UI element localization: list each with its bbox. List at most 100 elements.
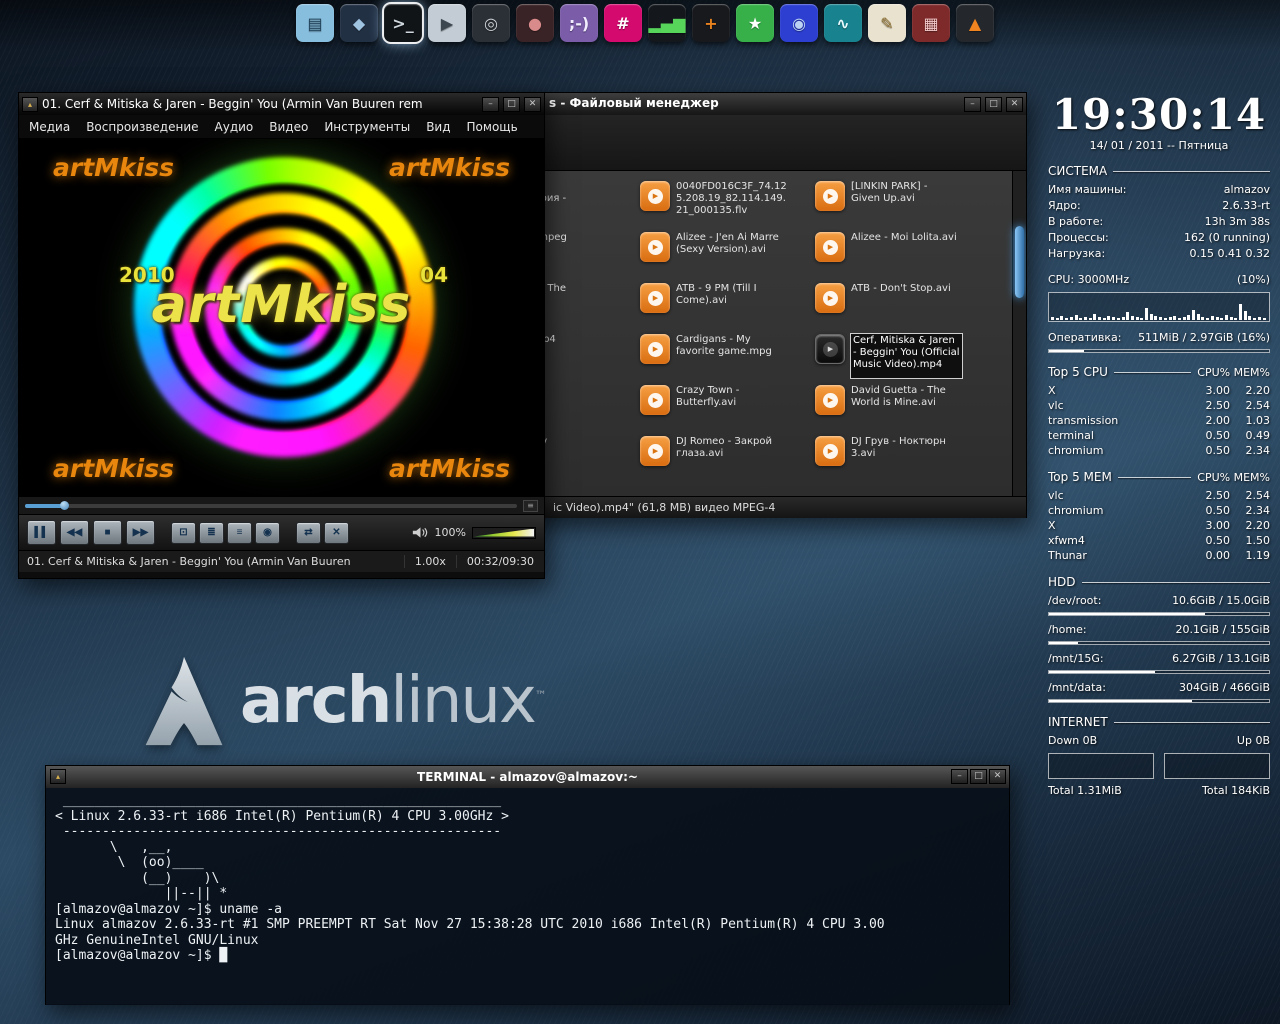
dock-icon-glyph: + bbox=[704, 14, 717, 33]
terminal-body[interactable]: ________________________________________… bbox=[46, 788, 1009, 1005]
fm-window-title: s - Файловый менеджер bbox=[549, 96, 719, 110]
dock-icon[interactable]: + bbox=[692, 4, 730, 42]
section-internet: INTERNET bbox=[1048, 715, 1270, 729]
seek-slider[interactable] bbox=[25, 504, 517, 508]
dock-icon[interactable]: ★ bbox=[736, 4, 774, 42]
dock-icon-glyph: ◉ bbox=[792, 14, 806, 33]
play-badge-icon: ▶ bbox=[648, 393, 663, 408]
dock-icon[interactable]: ✎ bbox=[868, 4, 906, 42]
video-file-icon: ▶ bbox=[815, 334, 845, 364]
vlc-tool-button[interactable]: ◉ bbox=[255, 522, 280, 544]
art-corner-text: artMkiss bbox=[389, 153, 510, 182]
terminal-window-title: TERMINAL - almazov@almazov:~ bbox=[417, 770, 638, 784]
video-file-icon: ▶ bbox=[815, 283, 845, 313]
vlc-mode-button[interactable]: ✕ bbox=[324, 522, 349, 544]
file-item[interactable]: ▶ Cerf, Mitiska & Jaren - Beggin' You (O… bbox=[813, 332, 983, 380]
vlc-control-button[interactable]: ▶▶ bbox=[126, 520, 155, 545]
disk-entry: /mnt/15G:6.27GiB / 13.1GiB bbox=[1048, 651, 1270, 674]
terminal-line: Linux almazov 2.6.33-rt #1 SMP PREEMPT R… bbox=[55, 917, 1000, 933]
file-item[interactable]: ▶ ATB - 9 PM (Till I Come).avi bbox=[638, 281, 808, 329]
art-corner-text: artMkiss bbox=[389, 454, 510, 483]
dock-icon[interactable]: ● bbox=[516, 4, 554, 42]
vlc-seek-row: ≡ bbox=[19, 497, 544, 514]
terminal-maximize-button[interactable]: □ bbox=[970, 769, 987, 784]
fm-minimize-button[interactable]: – bbox=[964, 97, 981, 112]
terminal-shade-button[interactable]: ▴ bbox=[50, 769, 66, 784]
vlc-menu-item[interactable]: Медиа bbox=[29, 120, 70, 134]
cpu-graph bbox=[1048, 292, 1270, 322]
vlc-status-track: 01. Cerf & Mitiska & Jaren - Beggin' You… bbox=[19, 555, 404, 568]
dock-icon[interactable]: ▲ bbox=[956, 4, 994, 42]
terminal-titlebar[interactable]: ▴ TERMINAL - almazov@almazov:~ – □ ✕ bbox=[46, 766, 1009, 788]
fm-maximize-button[interactable]: □ bbox=[985, 97, 1002, 112]
vlc-titlebar[interactable]: ▴ 01. Cerf & Mitiska & Jaren - Beggin' Y… bbox=[19, 93, 544, 115]
extended-controls-button[interactable]: ≡ bbox=[523, 500, 538, 512]
vlc-control-button[interactable]: ◀◀ bbox=[60, 520, 89, 545]
dock-icon[interactable]: ▤ bbox=[296, 4, 334, 42]
vlc-mode-button[interactable]: ⇄ bbox=[296, 522, 321, 544]
disk-entry: /mnt/data:304GiB / 466GiB bbox=[1048, 680, 1270, 703]
file-item[interactable]: ▶ ATB - Don't Stop.avi bbox=[813, 281, 983, 329]
playback-rate[interactable]: 1.00x bbox=[404, 555, 456, 568]
dock-icon[interactable]: ▶ bbox=[428, 4, 466, 42]
video-file-icon: ▶ bbox=[640, 334, 670, 364]
dock-icon[interactable]: >_ bbox=[384, 4, 422, 42]
vlc-window-menu-button[interactable]: ▴ bbox=[22, 97, 38, 112]
file-item[interactable]: ▶ Cardigans - My favorite game.mpg bbox=[638, 332, 808, 380]
dock-icon[interactable]: ;-) bbox=[560, 4, 598, 42]
play-badge-icon: ▶ bbox=[823, 444, 838, 459]
arch-logo-icon bbox=[136, 638, 232, 764]
file-item[interactable]: ▶ Alizee - Moi Lolita.avi bbox=[813, 230, 983, 278]
dock-icon-glyph: ◎ bbox=[484, 14, 498, 33]
play-badge-icon: ▶ bbox=[823, 393, 838, 408]
file-item[interactable]: ▶ Alizee - J'en Ai Marre (Sexy Version).… bbox=[638, 230, 808, 278]
vlc-menu-item[interactable]: Видео bbox=[269, 120, 308, 134]
file-item[interactable]: ▶ Crazy Town - Butterfly.avi bbox=[638, 383, 808, 431]
vlc-control-button[interactable]: ▌▌ bbox=[27, 520, 56, 545]
terminal-line: [almazov@almazov ~]$ █ bbox=[55, 948, 1000, 964]
terminal-line: \ ,__, bbox=[55, 840, 1000, 856]
dock-icon[interactable]: ∿ bbox=[824, 4, 862, 42]
fm-scrollbar[interactable] bbox=[1012, 171, 1026, 496]
dock-icon[interactable]: ▦ bbox=[912, 4, 950, 42]
vlc-menu-item[interactable]: Помощь bbox=[467, 120, 518, 134]
vlc-close-button[interactable]: ✕ bbox=[524, 97, 541, 112]
playback-time[interactable]: 00:32/09:30 bbox=[456, 555, 544, 568]
dock-icon[interactable]: ▂▄▆ bbox=[648, 4, 686, 42]
terminal-minimize-button[interactable]: – bbox=[951, 769, 968, 784]
dock-icon-glyph: ◆ bbox=[353, 14, 365, 33]
seek-thumb[interactable] bbox=[60, 501, 69, 510]
file-item[interactable]: ▶ [LINKIN PARK] - Given Up.avi bbox=[813, 179, 983, 227]
vlc-menu-item[interactable]: Инструменты bbox=[324, 120, 410, 134]
vlc-minimize-button[interactable]: – bbox=[482, 97, 499, 112]
vlc-tool-button[interactable]: ≣ bbox=[199, 522, 224, 544]
file-item[interactable]: ▶ 0040FD016C3F_74.12 5.208.19_82.114.149… bbox=[638, 179, 808, 227]
vlc-maximize-button[interactable]: □ bbox=[503, 97, 520, 112]
file-name: David Guetta - The World is Mine.avi bbox=[851, 385, 946, 429]
vlc-window: ▴ 01. Cerf & Mitiska & Jaren - Beggin' Y… bbox=[18, 92, 545, 579]
fm-close-button[interactable]: ✕ bbox=[1006, 97, 1023, 112]
terminal-window: ▴ TERMINAL - almazov@almazov:~ – □ ✕ ___… bbox=[45, 765, 1010, 1005]
vlc-control-button[interactable]: ■ bbox=[93, 520, 122, 545]
vlc-menu-item[interactable]: Воспроизведение bbox=[86, 120, 198, 134]
volume-slider[interactable] bbox=[472, 527, 536, 539]
file-item[interactable]: ▶ DJ Romeo - Закрой глаза.avi bbox=[638, 434, 808, 482]
terminal-close-button[interactable]: ✕ bbox=[989, 769, 1006, 784]
vlc-tool-button[interactable]: ⊡ bbox=[171, 522, 196, 544]
volume-fill bbox=[474, 529, 534, 537]
vlc-menu-item[interactable]: Вид bbox=[426, 120, 450, 134]
file-item[interactable]: ▶ David Guetta - The World is Mine.avi bbox=[813, 383, 983, 431]
volume-percent: 100% bbox=[435, 526, 466, 539]
dock-icon[interactable]: ◉ bbox=[780, 4, 818, 42]
fm-scrollbar-thumb[interactable] bbox=[1015, 226, 1024, 298]
vlc-tool-button[interactable]: ≡ bbox=[227, 522, 252, 544]
file-item[interactable]: ▶ DJ Грув - Ноктюрн 3.avi bbox=[813, 434, 983, 482]
dock-icon[interactable]: ◎ bbox=[472, 4, 510, 42]
file-name: Crazy Town - Butterfly.avi bbox=[676, 385, 739, 429]
vlc-menu-item[interactable]: Аудио bbox=[215, 120, 254, 134]
trademark: ™ bbox=[535, 689, 545, 703]
art-corner-text: artMkiss bbox=[53, 454, 174, 483]
vlc-video-area[interactable]: artMkiss artMkiss artMkiss artMkiss 2010… bbox=[19, 139, 544, 497]
dock-icon[interactable]: # bbox=[604, 4, 642, 42]
dock-icon[interactable]: ◆ bbox=[340, 4, 378, 42]
